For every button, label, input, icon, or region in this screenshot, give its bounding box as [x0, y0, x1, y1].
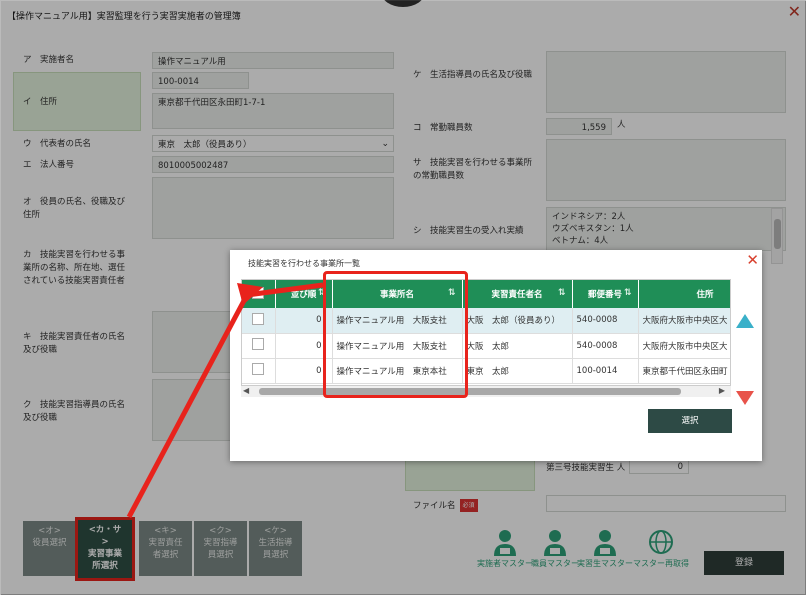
address-cell: 大阪府大阪市中央区大: [638, 333, 730, 359]
sort-icon[interactable]: ⇅: [558, 288, 566, 298]
office-table: 並び順 ⇅ 事業所名 ⇅ 実習責任者名 ⇅ 郵便番号 ⇅ 住所 0 操作マニュアル用 大…: [241, 279, 731, 386]
move-up-icon[interactable]: [736, 314, 754, 328]
row-checkbox[interactable]: [252, 312, 265, 325]
select-button[interactable]: 選択: [648, 409, 732, 433]
header-label: 住所: [696, 290, 714, 300]
manager-cell: 大阪 太郎（役員あり）: [462, 308, 573, 334]
scroll-right-icon[interactable]: ▶: [719, 386, 725, 395]
table-row[interactable]: 0 操作マニュアル用 大阪支社 大阪 太郎 540-0008 大阪府大阪市中央区…: [242, 333, 730, 359]
select-all-checkbox[interactable]: [252, 286, 265, 299]
manager-cell: 大阪 太郎: [462, 333, 573, 359]
office-list-modal: 技能実習を行わせる事業所一覧 ✕ 並び順 ⇅ 事業所名 ⇅ 実習責任者名 ⇅ 郵便番号…: [230, 250, 762, 461]
zip-cell: 540-0008: [572, 308, 639, 334]
row-checkbox-cell[interactable]: [242, 333, 276, 359]
header-manager[interactable]: 実習責任者名 ⇅: [462, 280, 573, 308]
address-cell: 東京都千代田区永田町: [638, 358, 730, 384]
header-label: 並び順: [290, 290, 317, 300]
horizontal-scrollbar[interactable]: ◀ ▶: [241, 386, 731, 397]
row-checkbox-cell[interactable]: [242, 358, 276, 384]
zip-cell: 100-0014: [572, 358, 639, 384]
main-window: 【操作マニュアル用】実習監理を行う実習実施者の管理簿 ✕ ア 実施者名 操作マニ…: [0, 0, 806, 595]
header-checkbox[interactable]: [242, 280, 276, 308]
row-checkbox[interactable]: [252, 338, 265, 350]
zip-cell: 540-0008: [572, 333, 639, 359]
table-row[interactable]: 0 操作マニュアル用 東京本社 東京 太郎 100-0014 東京都千代田区永田…: [242, 358, 730, 384]
highlight-box: [323, 271, 468, 398]
scroll-left-icon[interactable]: ◀: [243, 386, 249, 395]
row-checkbox[interactable]: [252, 363, 265, 375]
header-address[interactable]: 住所: [638, 280, 730, 308]
address-cell: 大阪府大阪市中央区大: [638, 308, 730, 334]
table-row[interactable]: 0 操作マニュアル用 大阪支社 大阪 太郎（役員あり） 540-0008 大阪府…: [242, 308, 730, 334]
row-checkbox-cell[interactable]: [242, 308, 276, 334]
sort-icon[interactable]: ⇅: [624, 288, 632, 298]
manager-cell: 東京 太郎: [462, 358, 573, 384]
header-label: 郵便番号: [587, 290, 622, 300]
table-header: 並び順 ⇅ 事業所名 ⇅ 実習責任者名 ⇅ 郵便番号 ⇅ 住所: [242, 280, 730, 308]
close-icon[interactable]: ✕: [746, 251, 759, 269]
move-down-icon[interactable]: [736, 391, 754, 405]
header-zip[interactable]: 郵便番号 ⇅: [572, 280, 639, 308]
modal-title: 技能実習を行わせる事業所一覧: [248, 259, 360, 268]
header-label: 実習責任者名: [491, 290, 543, 300]
